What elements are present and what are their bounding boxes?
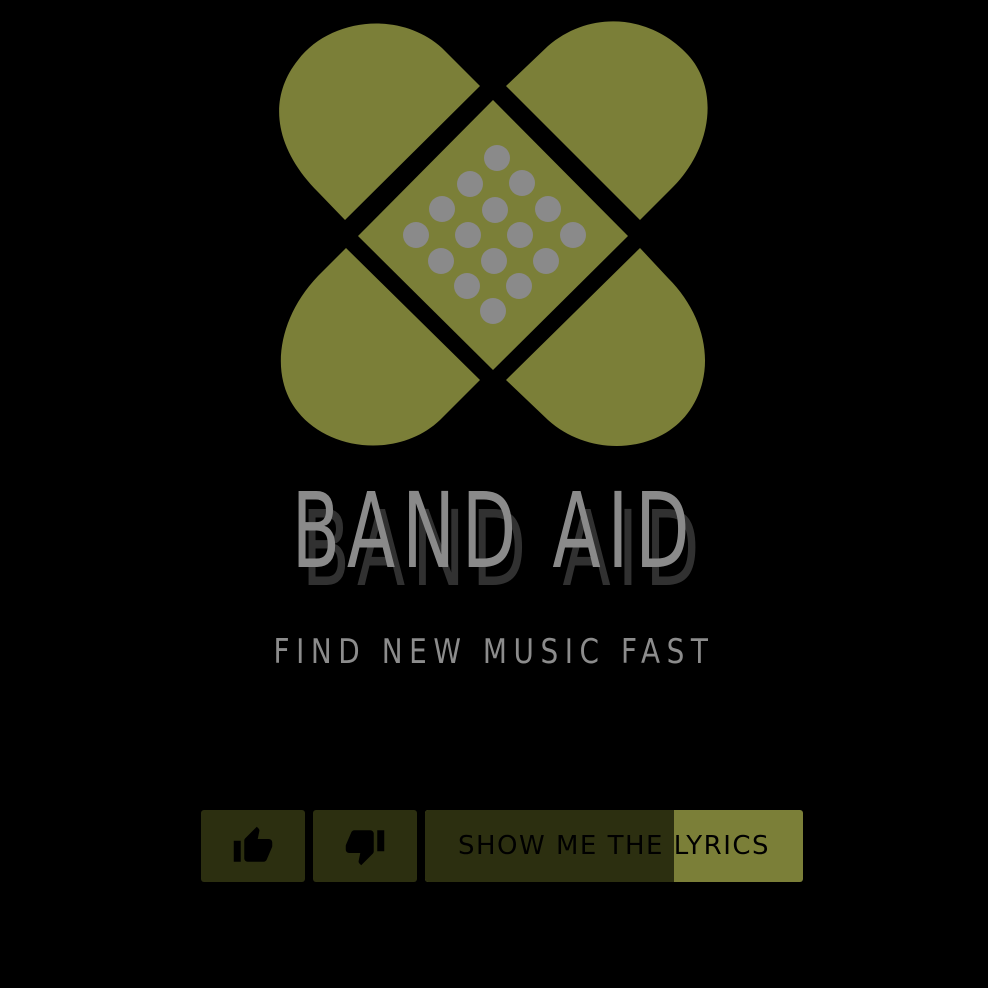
action-buttons: SHOW ME THE LYRICS: [201, 810, 803, 882]
tagline: FIND NEW MUSIC FAST: [273, 632, 715, 672]
brand-title-wrap: BAND AID BAND AID: [0, 470, 988, 610]
show-lyrics-button[interactable]: SHOW ME THE LYRICS: [425, 810, 803, 882]
dislike-button[interactable]: [313, 810, 417, 882]
brand-title: BAND AID: [291, 470, 697, 592]
thumbs-down-icon: [345, 830, 385, 866]
thumbs-up-icon: [233, 826, 273, 862]
band-aid-logo: [279, 21, 708, 446]
app-screen: BAND AID BAND AID FIND NEW MUSIC FAST SH…: [0, 0, 988, 988]
like-button[interactable]: [201, 810, 305, 882]
show-lyrics-label: SHOW ME THE LYRICS: [457, 831, 771, 861]
